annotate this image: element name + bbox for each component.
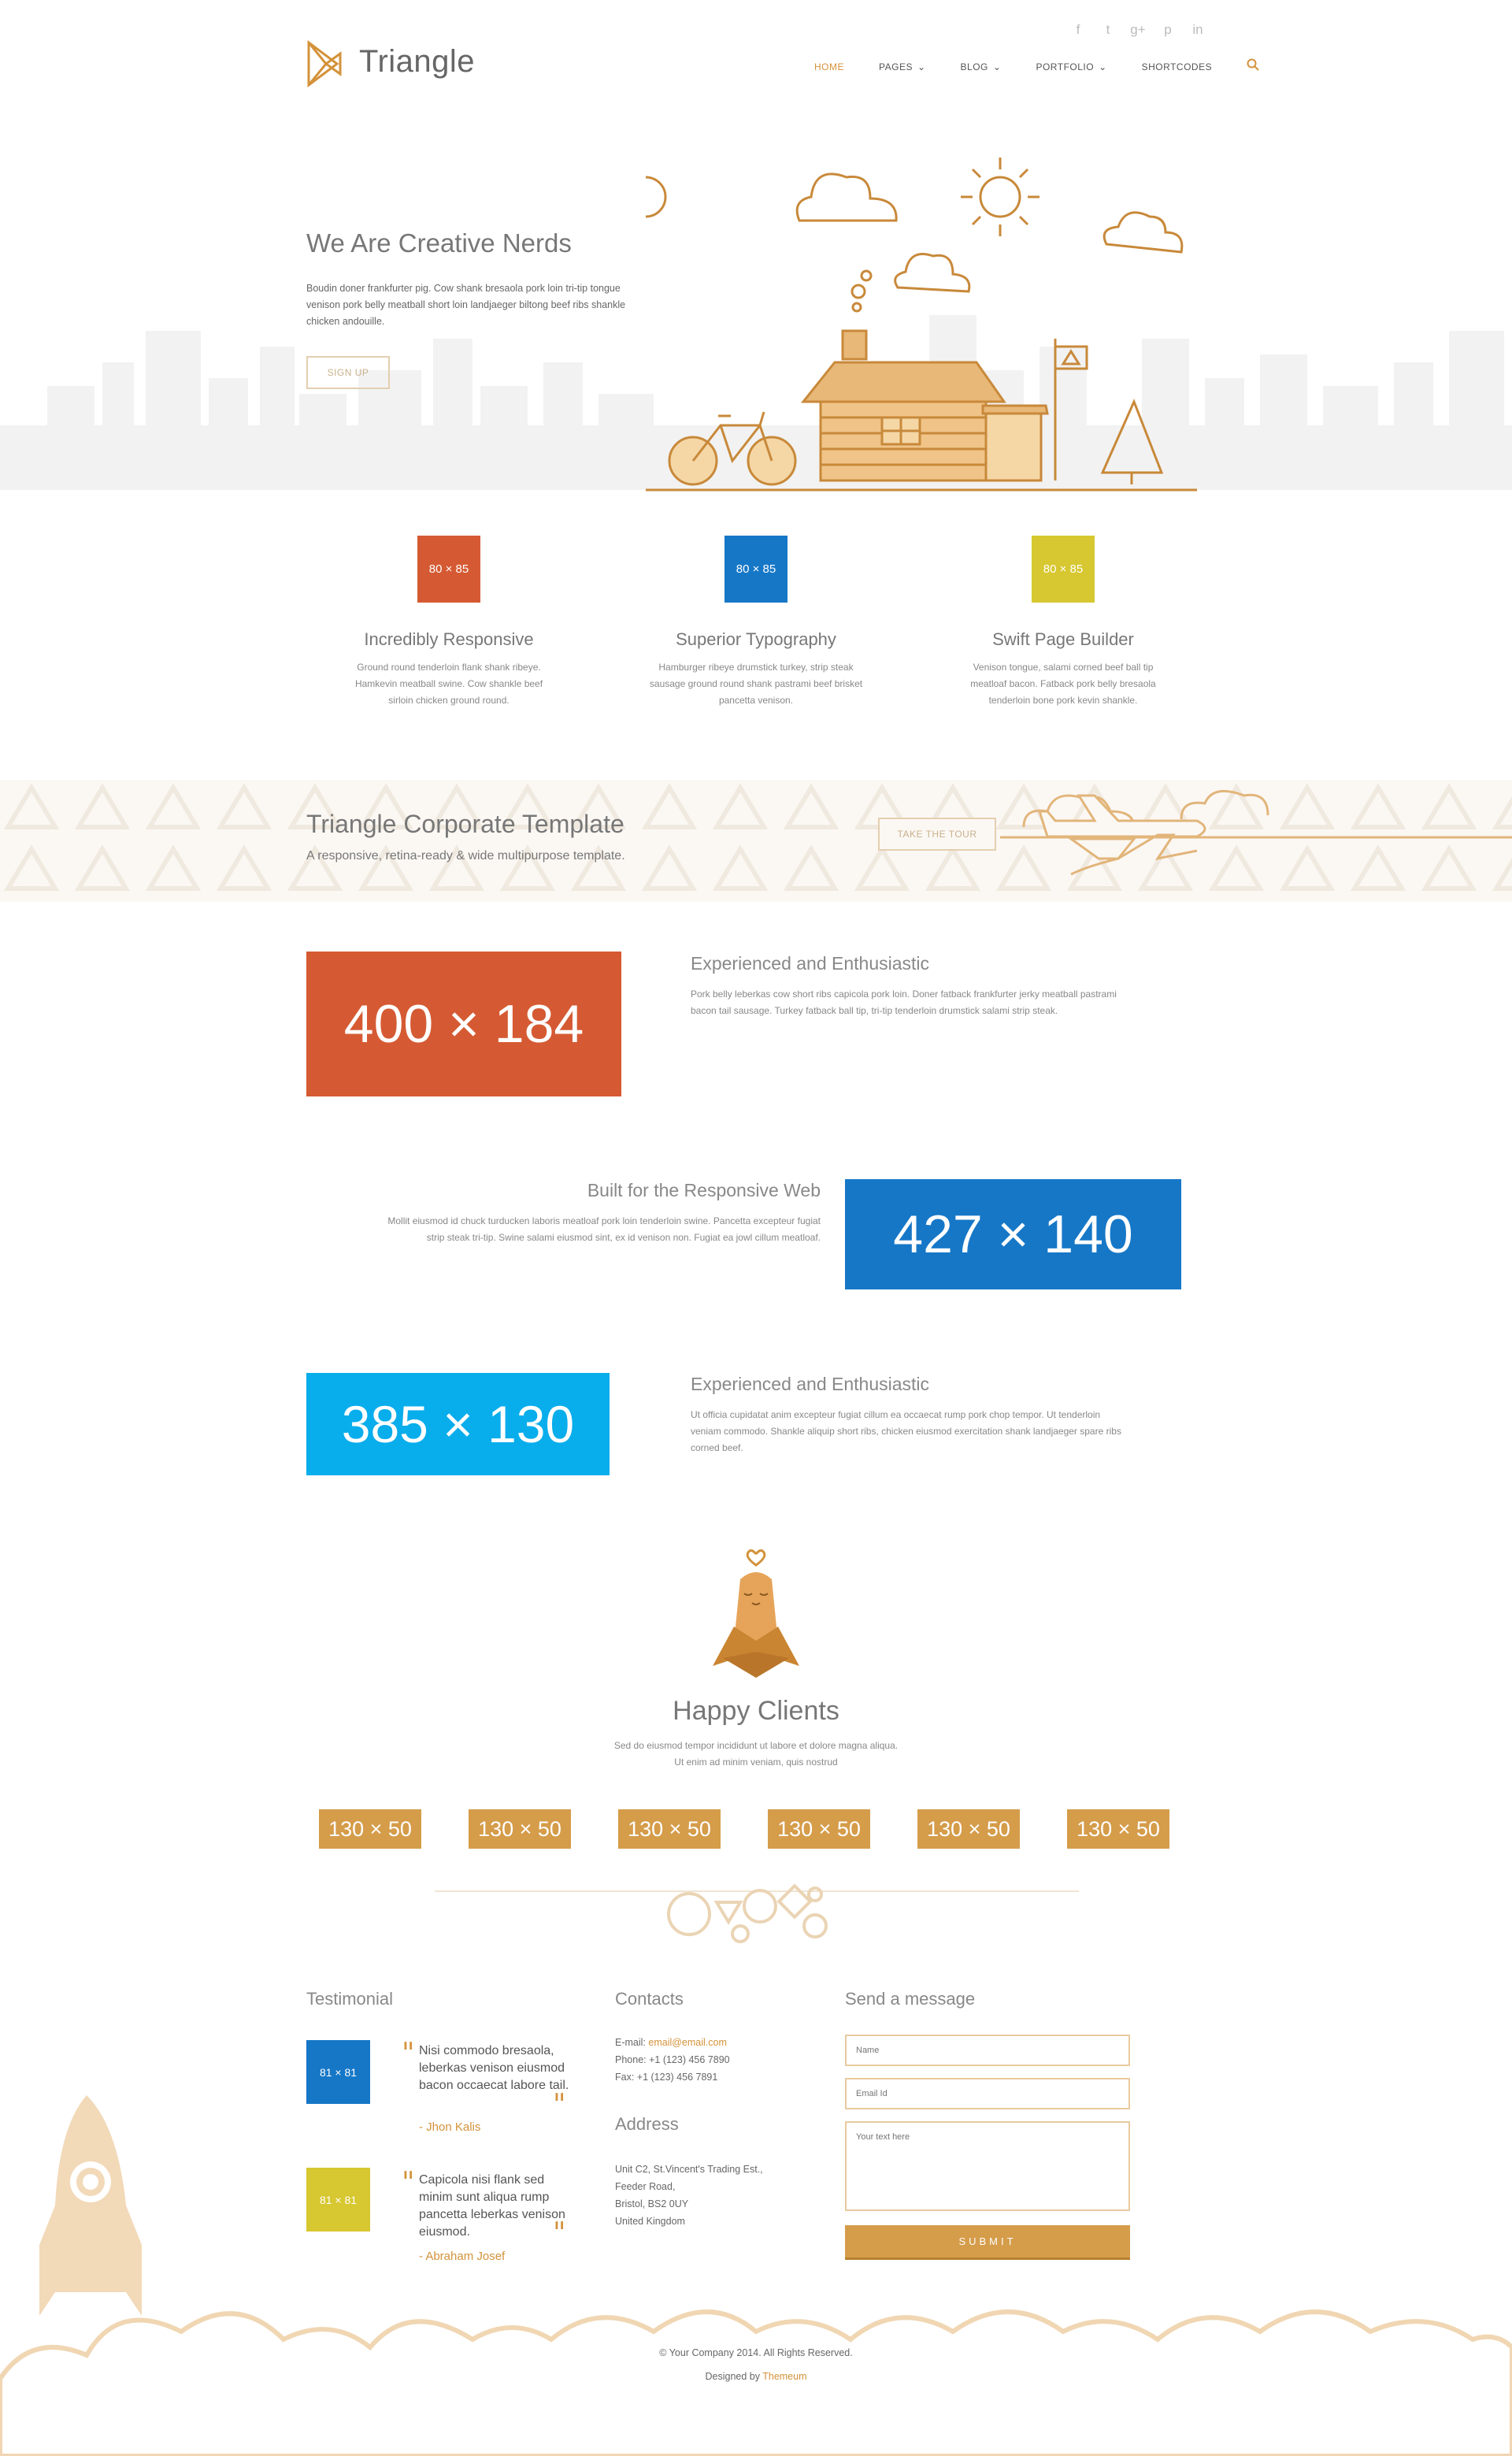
action-banner: Triangle Corporate Template A responsive… bbox=[0, 780, 1512, 902]
linkedin-icon[interactable]: in bbox=[1188, 22, 1207, 38]
nav-home[interactable]: HOME bbox=[814, 61, 844, 72]
address-heading: Address bbox=[615, 2114, 679, 2134]
main-nav: HOME PAGES ⌄ BLOG ⌄ PORTFOLIO ⌄ SHORTCODES bbox=[814, 58, 1259, 75]
action-subtitle: A responsive, retina-ready & wide multip… bbox=[306, 849, 625, 863]
address-line: Bristol, BS2 0UY bbox=[615, 2198, 689, 2209]
cabin-illustration bbox=[624, 150, 1197, 496]
clients-title: Happy Clients bbox=[673, 1696, 839, 1726]
address-line: Unit C2, St.Vincent's Trading Est., bbox=[615, 2164, 763, 2175]
testimonial-quote: Nisi commodo bresaola, leberkas venison … bbox=[419, 2044, 569, 2092]
testimonial-author: - Abraham Josef bbox=[419, 2250, 506, 2263]
hero-text: Boudin doner frankfurter pig. Cow shank … bbox=[306, 283, 626, 327]
contact-phone: Phone: +1 (123) 456 7890 bbox=[615, 2054, 730, 2065]
feature-image-placeholder: 80 × 85 bbox=[1032, 536, 1095, 603]
feature-text: Hamburger ribeye drumstick turkey, strip… bbox=[649, 662, 863, 706]
clients-text: Sed do eiusmod tempor incididunt ut labo… bbox=[0, 1738, 1512, 1771]
sign-up-button[interactable]: SIGN UP bbox=[306, 356, 390, 389]
search-icon[interactable] bbox=[1247, 58, 1259, 75]
row-text: Pork belly leberkas cow short ribs capic… bbox=[691, 989, 1117, 1016]
feature-text: Venison tongue, salami corned beef ball … bbox=[970, 662, 1156, 706]
logo-text[interactable]: Triangle bbox=[359, 44, 475, 80]
address-line: Feeder Road, bbox=[615, 2181, 676, 2192]
designed-by-label: Designed by bbox=[705, 2371, 763, 2382]
nav-shortcodes[interactable]: SHORTCODES bbox=[1142, 61, 1212, 72]
name-input[interactable] bbox=[845, 2035, 1130, 2066]
clients-text-line: Sed do eiusmod tempor incididunt ut labo… bbox=[613, 1740, 899, 1751]
designer-link[interactable]: Themeum bbox=[762, 2371, 806, 2382]
feature-title: Superior Typography bbox=[676, 629, 836, 649]
testimonial-avatar: 81 × 81 bbox=[306, 2040, 370, 2104]
clients-text-line: Ut enim ad minim veniam, quis nostrud bbox=[674, 1757, 838, 1768]
row-title: Experienced and Enthusiastic bbox=[691, 953, 930, 974]
chevron-down-icon: ⌄ bbox=[917, 61, 926, 72]
nav-blog[interactable]: BLOG ⌄ bbox=[961, 61, 1002, 72]
email-label: E-mail: bbox=[615, 2037, 649, 2048]
content-image-placeholder: 427 × 140 bbox=[845, 1179, 1181, 1289]
client-logo[interactable]: 130 × 50 bbox=[618, 1809, 721, 1849]
feature-image-placeholder: 80 × 85 bbox=[724, 536, 788, 603]
email-link[interactable]: email@email.com bbox=[648, 2037, 727, 2048]
email-input[interactable] bbox=[845, 2078, 1130, 2109]
row-text: Mollit eiusmod id chuck turducken labori… bbox=[387, 1215, 821, 1243]
meditating-figure-illustration bbox=[709, 1548, 803, 1682]
row-text: Ut officia cupidatat anim excepteur fugi… bbox=[691, 1409, 1121, 1453]
quote-close-icon: " bbox=[553, 2217, 566, 2250]
client-logo[interactable]: 130 × 50 bbox=[768, 1809, 870, 1849]
quote-close-icon: " bbox=[553, 2089, 566, 2121]
client-logo[interactable]: 130 × 50 bbox=[917, 1809, 1020, 1849]
contact-fax: Fax: +1 (123) 456 7891 bbox=[615, 2072, 718, 2083]
feature-card: 80 × 85 Superior Typography Hamburger ri… bbox=[638, 536, 874, 709]
chevron-down-icon: ⌄ bbox=[1099, 61, 1107, 72]
pinterest-icon[interactable]: p bbox=[1158, 22, 1177, 38]
testimonial-avatar: 81 × 81 bbox=[306, 2168, 370, 2232]
feature-text: Ground round tenderloin flank shank ribe… bbox=[354, 662, 543, 706]
client-logo[interactable]: 130 × 50 bbox=[1067, 1809, 1169, 1849]
row-title: Experienced and Enthusiastic bbox=[691, 1374, 930, 1394]
social-links: f t g+ p in bbox=[1069, 22, 1207, 38]
nav-pages[interactable]: PAGES ⌄ bbox=[879, 61, 926, 72]
content-image-placeholder: 385 × 130 bbox=[306, 1373, 610, 1475]
feature-image-placeholder: 80 × 85 bbox=[417, 536, 480, 603]
hero-title: We Are Creative Nerds bbox=[306, 228, 572, 258]
content-image-placeholder: 400 × 184 bbox=[306, 952, 621, 1096]
logo-icon[interactable] bbox=[306, 39, 365, 88]
message-textarea[interactable] bbox=[845, 2121, 1130, 2211]
google-plus-icon[interactable]: g+ bbox=[1128, 22, 1147, 38]
quote-open-icon: " bbox=[402, 2167, 415, 2199]
chevron-down-icon: ⌄ bbox=[992, 61, 1002, 72]
quote-open-icon: " bbox=[402, 2038, 415, 2070]
contacts-heading: Contacts bbox=[615, 1989, 684, 2009]
testimonial-heading: Testimonial bbox=[306, 1989, 394, 2009]
contact-email: E-mail: email@email.com bbox=[615, 2035, 727, 2051]
copyright: © Your Company 2014. All Rights Reserved… bbox=[659, 2347, 853, 2358]
row-title: Built for the Responsive Web bbox=[587, 1180, 821, 1200]
send-message-heading: Send a message bbox=[845, 1989, 976, 2009]
testimonial-author: - Jhon Kalis bbox=[419, 2120, 481, 2134]
nav-portfolio[interactable]: PORTFOLIO ⌄ bbox=[1036, 61, 1106, 72]
submit-button[interactable]: SUBMIT bbox=[845, 2225, 1130, 2260]
facebook-icon[interactable]: f bbox=[1069, 22, 1088, 38]
feature-card: 80 × 85 Swift Page Builder Venison tongu… bbox=[945, 536, 1181, 709]
clouds-illustration bbox=[0, 2284, 1512, 2456]
feature-title: Swift Page Builder bbox=[992, 629, 1134, 649]
client-logo[interactable]: 130 × 50 bbox=[319, 1809, 421, 1849]
client-logos: 130 × 50 130 × 50 130 × 50 130 × 50 130 … bbox=[319, 1809, 1169, 1849]
feature-card: 80 × 85 Incredibly Responsive Ground rou… bbox=[331, 536, 567, 709]
designed-by: Designed by Themeum bbox=[0, 2371, 1512, 2382]
twitter-icon[interactable]: t bbox=[1099, 22, 1117, 38]
shapes-decoration bbox=[654, 1867, 858, 1953]
client-logo[interactable]: 130 × 50 bbox=[469, 1809, 571, 1849]
feature-title: Incredibly Responsive bbox=[364, 629, 534, 649]
address-line: United Kingdom bbox=[615, 2216, 685, 2227]
action-title: Triangle Corporate Template bbox=[306, 810, 624, 838]
take-the-tour-button[interactable]: TAKE THE TOUR bbox=[878, 818, 996, 851]
